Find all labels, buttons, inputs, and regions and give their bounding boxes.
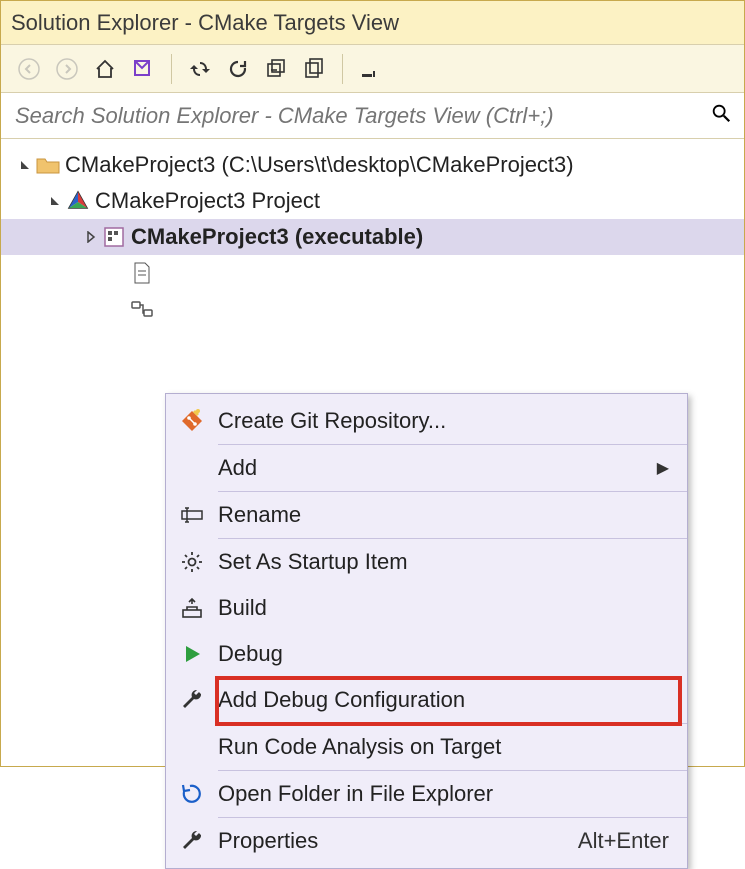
search-input[interactable] (13, 102, 710, 130)
solution-explorer-window: Solution Explorer - CMake Targets View (0, 0, 745, 767)
collapse-all-button[interactable] (260, 53, 292, 85)
tree-file-row[interactable] (1, 255, 744, 291)
window-title: Solution Explorer - CMake Targets View (11, 10, 399, 36)
tree-project-row[interactable]: CMakeProject3 Project (1, 183, 744, 219)
git-repo-icon (166, 409, 218, 433)
menu-label: Set As Startup Item (218, 549, 669, 575)
menu-label: Add Debug Configuration (218, 687, 669, 713)
wrench-icon (166, 688, 218, 712)
play-icon (166, 642, 218, 666)
menu-rename[interactable]: Rename (166, 492, 687, 538)
tree-project-label: CMakeProject3 Project (95, 188, 320, 214)
menu-open-explorer[interactable]: Open Folder in File Explorer (166, 771, 687, 817)
menu-add-debug-config[interactable]: Add Debug Configuration (166, 677, 687, 723)
folder-icon (35, 155, 61, 175)
menu-add[interactable]: Add ▶ (166, 445, 687, 491)
cmake-project-icon (65, 190, 91, 212)
menu-properties[interactable]: Properties Alt+Enter (166, 818, 687, 864)
caption-buttons (692, 1, 736, 44)
switch-views-button[interactable] (127, 53, 159, 85)
menu-label: Open Folder in File Explorer (218, 781, 669, 807)
tree-target-row[interactable]: CMakeProject3 (executable) (1, 219, 744, 255)
collapse-icon[interactable] (81, 231, 101, 243)
home-button[interactable] (89, 53, 121, 85)
menu-label: Properties (218, 828, 578, 854)
menu-label: Rename (218, 502, 669, 528)
rename-icon (166, 503, 218, 527)
tree-references-row[interactable] (1, 291, 744, 327)
context-menu: Create Git Repository... Add ▶ Rename (165, 393, 688, 869)
toolbar-separator (342, 54, 343, 84)
references-icon (129, 299, 155, 319)
properties-button[interactable] (355, 53, 387, 85)
show-all-files-button[interactable] (298, 53, 330, 85)
forward-button[interactable] (51, 53, 83, 85)
menu-label: Run Code Analysis on Target (218, 734, 669, 760)
tree-content: CMakeProject3 (C:\Users\t\desktop\CMakeP… (1, 139, 744, 766)
file-icon (129, 262, 155, 284)
menu-label: Create Git Repository... (218, 408, 669, 434)
tree-root-label: CMakeProject3 (C:\Users\t\desktop\CMakeP… (65, 152, 574, 178)
menu-set-startup[interactable]: Set As Startup Item (166, 539, 687, 585)
expand-icon[interactable] (15, 159, 35, 171)
refresh-button[interactable] (222, 53, 254, 85)
menu-code-analysis[interactable]: Run Code Analysis on Target (166, 724, 687, 770)
menu-shortcut: Alt+Enter (578, 828, 669, 854)
toolbar-separator (171, 54, 172, 84)
menu-build[interactable]: Build (166, 585, 687, 631)
menu-label: Build (218, 595, 669, 621)
open-folder-icon (166, 782, 218, 806)
titlebar: Solution Explorer - CMake Targets View (1, 1, 744, 45)
back-button[interactable] (13, 53, 45, 85)
menu-create-git[interactable]: Create Git Repository... (166, 398, 687, 444)
gear-icon (166, 550, 218, 574)
menu-debug[interactable]: Debug (166, 631, 687, 677)
expand-icon[interactable] (45, 195, 65, 207)
menu-label: Debug (218, 641, 669, 667)
executable-icon (101, 226, 127, 248)
tree-target-label: CMakeProject3 (executable) (131, 224, 423, 250)
toolbar (1, 45, 744, 93)
wrench-icon (166, 829, 218, 853)
searchbar (1, 93, 744, 139)
search-icon[interactable] (710, 102, 732, 129)
tree-root-row[interactable]: CMakeProject3 (C:\Users\t\desktop\CMakeP… (1, 147, 744, 183)
sync-button[interactable] (184, 53, 216, 85)
submenu-arrow-icon: ▶ (657, 458, 669, 478)
build-icon (166, 596, 218, 620)
menu-label: Add (218, 455, 657, 481)
